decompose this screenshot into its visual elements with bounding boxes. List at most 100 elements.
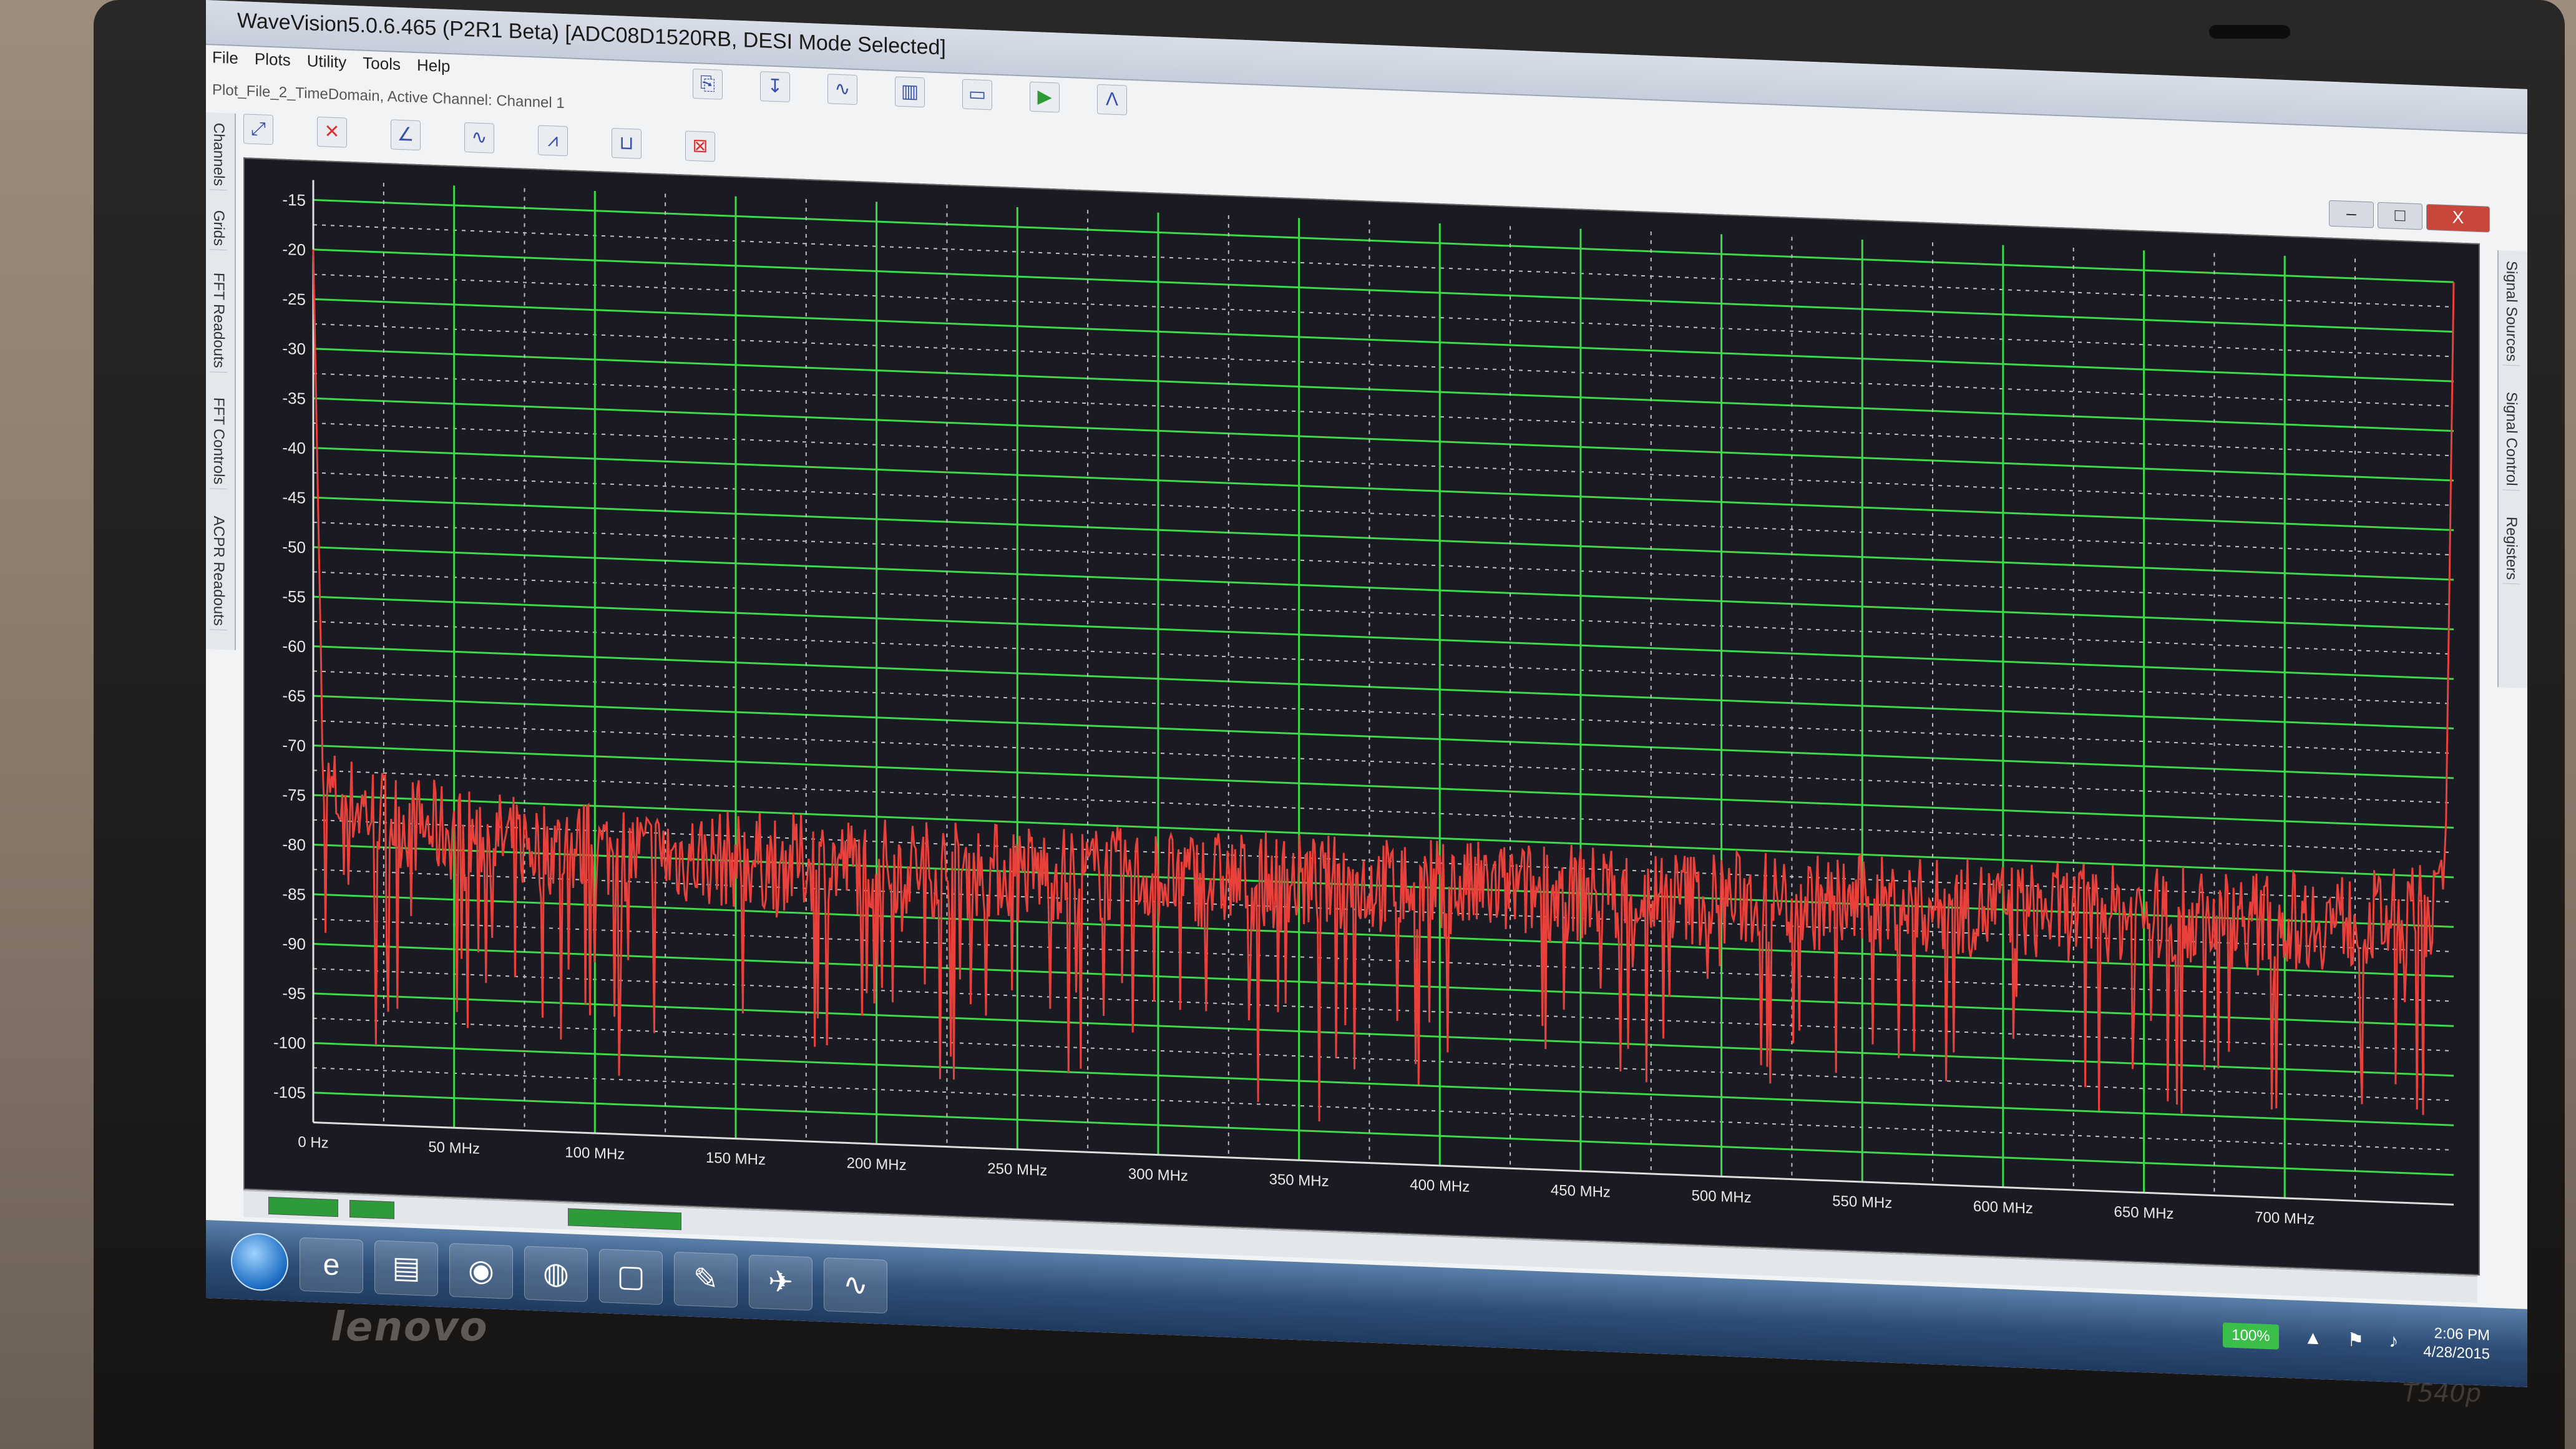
angle-icon[interactable]: ∠ <box>391 119 421 151</box>
y-tick-label: -35 <box>282 388 306 407</box>
explorer-icon[interactable]: ▤ <box>374 1240 438 1297</box>
grid-line-horizontal <box>313 744 2454 829</box>
x-tick-label: 600 MHz <box>1973 1198 2033 1217</box>
grid-line-horizontal <box>313 695 2454 779</box>
flag-icon[interactable]: ⚑ <box>2347 1329 2364 1351</box>
grid-line-minor <box>313 670 2454 754</box>
app-icon-2[interactable]: ▢ <box>599 1249 663 1305</box>
grid-line-minor <box>313 571 2454 655</box>
x-tick-label: 200 MHz <box>847 1154 907 1174</box>
tab-fft-controls[interactable]: FFT Controls <box>210 393 227 489</box>
left-side-tabs: Channels Grids FFT Readouts FFT Controls… <box>206 112 236 650</box>
wavevision-taskbar-icon[interactable]: ∿ <box>824 1257 887 1314</box>
fft-icon[interactable]: Λ <box>1097 84 1127 115</box>
menu-help[interactable]: Help <box>417 56 450 84</box>
x-tick-label: 550 MHz <box>1832 1193 1892 1212</box>
run-icon[interactable]: ▶ <box>1030 81 1060 113</box>
volume-icon[interactable]: ♪ <box>2389 1330 2398 1352</box>
save-icon[interactable]: ↧ <box>760 71 790 102</box>
laptop-screen: WaveVision5.0.6.465 (P2R1 Beta) [ADC08D1… <box>206 0 2527 1387</box>
tab-registers[interactable]: Registers <box>2502 512 2520 585</box>
zoom-icon[interactable]: ⤢ <box>243 114 273 145</box>
grid-line-minor <box>313 1067 2454 1151</box>
window-controls: – □ X <box>2329 200 2490 233</box>
fft-plot[interactable]: -15 -20 -25 -30 -35 -40 -45 -50 -55 -60 -65 -70 -75 -… <box>243 157 2480 1276</box>
y-tick-label: -80 <box>282 835 306 854</box>
capture-icon[interactable]: ▭ <box>962 79 992 110</box>
webcam <box>2209 25 2290 39</box>
open-file-icon[interactable]: ⎘ <box>693 68 723 100</box>
x-tick-label: 250 MHz <box>987 1160 1047 1179</box>
chrome-icon[interactable]: ◉ <box>449 1242 513 1299</box>
grid-line-horizontal <box>313 248 2454 333</box>
progress-indicator <box>568 1208 681 1231</box>
grid-line-minor <box>313 273 2454 358</box>
menu-utility[interactable]: Utility <box>307 51 347 80</box>
tab-channels[interactable]: Channels <box>210 119 227 191</box>
time-domain-icon[interactable]: ∿ <box>464 122 494 154</box>
grid-line-horizontal <box>313 348 2454 432</box>
app-icon-3[interactable]: ✎ <box>674 1251 738 1308</box>
grid-line-minor <box>313 521 2454 605</box>
histogram-icon[interactable]: ▥ <box>895 76 925 108</box>
menu-tools[interactable]: Tools <box>363 54 401 82</box>
tab-signal-sources[interactable]: Signal Sources <box>2502 256 2520 366</box>
y-tick-label: -75 <box>282 785 306 804</box>
status-indicator-1 <box>268 1196 338 1217</box>
y-tick-label: -45 <box>282 487 306 507</box>
tab-acpr-readouts[interactable]: ACPR Readouts <box>210 512 227 631</box>
grid-line-minor <box>313 720 2454 804</box>
tab-fft-readouts[interactable]: FFT Readouts <box>210 268 227 373</box>
y-tick-label: -15 <box>282 190 306 210</box>
x-tick-label: 400 MHz <box>1410 1176 1470 1196</box>
menu-file[interactable]: File <box>212 47 238 76</box>
y-tick-label: -90 <box>282 934 306 954</box>
grid-line-horizontal <box>313 496 2454 581</box>
ie-icon[interactable]: e <box>300 1237 363 1294</box>
menu-plots[interactable]: Plots <box>255 49 291 78</box>
clock[interactable]: 2:06 PM 4/28/2015 <box>2423 1324 2490 1364</box>
grid-line-minor <box>313 323 2454 407</box>
app-icon-4[interactable]: ✈ <box>749 1254 812 1311</box>
grid-line-horizontal <box>313 595 2454 680</box>
y-tick-label: -25 <box>282 289 306 308</box>
spectrum-icon[interactable]: ⩘ <box>538 125 568 157</box>
right-side-tabs: Signal Sources Signal Control Registers <box>2497 250 2527 688</box>
start-button[interactable] <box>231 1232 288 1292</box>
grid-line-horizontal <box>313 198 2454 283</box>
grid-line-minor <box>313 373 2454 457</box>
y-tick-label: -65 <box>282 686 306 705</box>
x-tick-label: 450 MHz <box>1551 1182 1611 1201</box>
tab-signal-control[interactable]: Signal Control <box>2502 388 2520 491</box>
x-tick-label: 50 MHz <box>428 1139 480 1158</box>
waveform-icon[interactable]: ∿ <box>827 74 857 105</box>
minimize-button[interactable]: – <box>2329 200 2374 228</box>
fft-plot-canvas[interactable]: -15 -20 -25 -30 -35 -40 -45 -50 -55 -60 -65 -70 -75 -… <box>245 159 2479 1274</box>
grid-line-minor <box>313 224 2454 308</box>
system-tray: 100% ▲ ⚑ ♪ 2:06 PM 4/28/2015 <box>2223 1316 2490 1364</box>
y-tick-label: -50 <box>282 537 306 557</box>
grid-line-horizontal <box>313 546 2454 630</box>
maximize-button[interactable]: □ <box>2378 202 2422 230</box>
document-tab[interactable]: Plot_File_2_TimeDomain, Active Channel: … <box>212 81 565 112</box>
x-tick-label: 500 MHz <box>1692 1187 1752 1206</box>
x-tick-label: 650 MHz <box>2114 1203 2174 1222</box>
export-icon[interactable]: ⊠ <box>685 130 715 162</box>
brand-logo: lenovo <box>331 1304 489 1350</box>
grid-line-horizontal <box>313 1091 2454 1176</box>
y-tick-label: -30 <box>282 339 306 358</box>
marker-icon[interactable]: ✕ <box>317 116 347 148</box>
grid-line-minor <box>313 422 2454 506</box>
x-tick-label: 0 Hz <box>298 1134 328 1152</box>
network-icon[interactable]: ▲ <box>2304 1327 2323 1349</box>
frame-icon[interactable]: ⊔ <box>612 127 642 159</box>
battery-indicator[interactable]: 100% <box>2223 1322 2279 1350</box>
close-button[interactable]: X <box>2426 203 2490 233</box>
x-tick-label: 150 MHz <box>706 1149 766 1169</box>
y-tick-label: -95 <box>282 983 306 1003</box>
grid-line-minor <box>313 472 2454 556</box>
tab-grids[interactable]: Grids <box>210 206 227 251</box>
y-tick-label: -55 <box>282 587 306 606</box>
app-icon-1[interactable]: ◍ <box>524 1246 588 1302</box>
x-tick-label: 100 MHz <box>565 1144 625 1163</box>
